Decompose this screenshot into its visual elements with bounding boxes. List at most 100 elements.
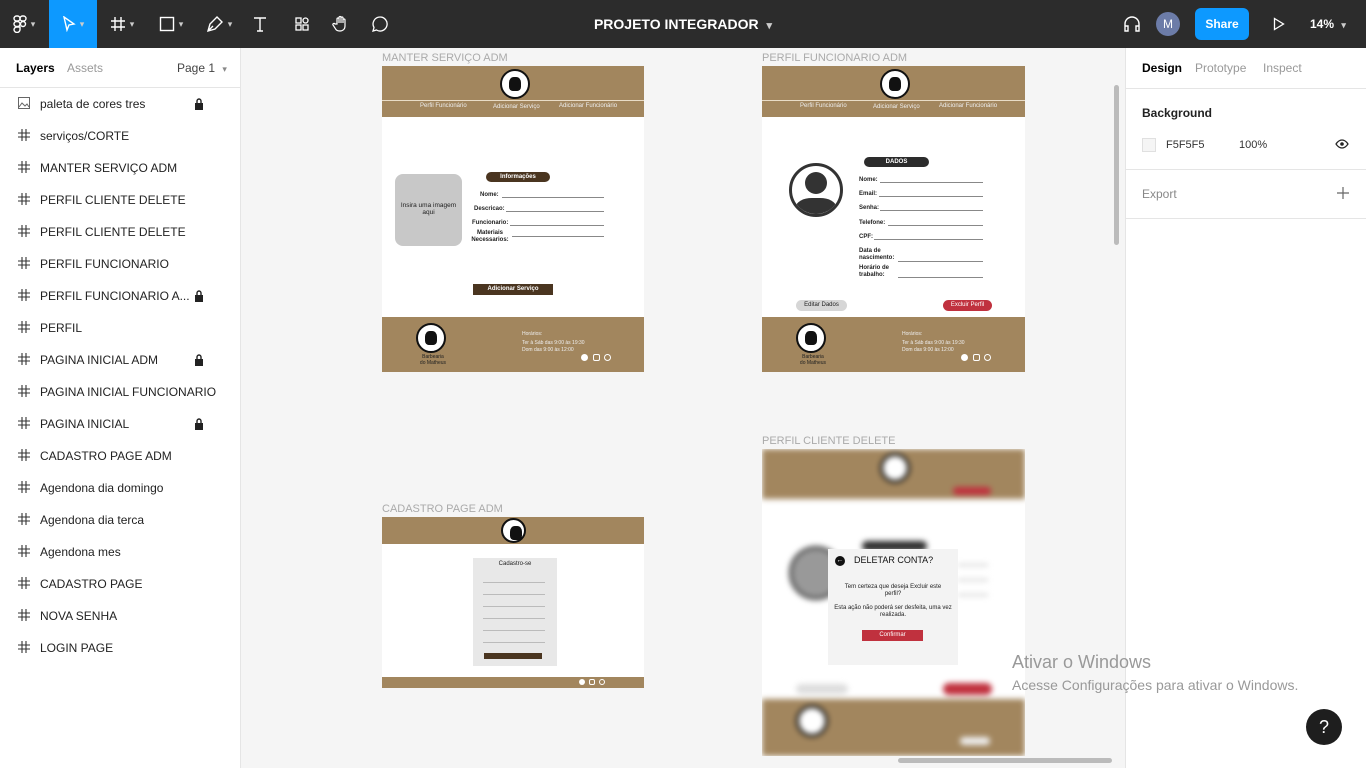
layers-panel-tabs: Layers Assets Page 1 ▾ (0, 48, 240, 88)
background-color-swatch[interactable] (1142, 138, 1156, 152)
document-title[interactable]: PROJETO INTEGRADOR ▾ (594, 16, 772, 32)
layer-item[interactable]: PERFIL FUNCIONARIO A... (0, 280, 240, 312)
layers-panel: Layers Assets Page 1 ▾ paleta de cores t… (0, 48, 241, 768)
layer-item[interactable]: Agendona mes (0, 536, 240, 568)
edit-data-button: Editar Dados (796, 300, 847, 311)
layer-item[interactable]: PAGINA INICIAL ADM (0, 344, 240, 376)
hand-tool-button[interactable] (327, 0, 355, 48)
user-avatar[interactable]: M (1156, 12, 1180, 36)
tab-assets[interactable]: Assets (67, 61, 103, 75)
cursor-icon (62, 16, 76, 32)
lock-icon[interactable] (194, 290, 204, 302)
layer-item[interactable]: LOGIN PAGE (0, 632, 240, 664)
vertical-scrollbar[interactable] (1114, 85, 1119, 245)
frame-perfil-funcionario-adm[interactable]: Perfil Funcionário Adicionar Serviço Adi… (762, 66, 1025, 372)
layer-item[interactable]: CADASTRO PAGE ADM (0, 440, 240, 472)
frame-manter-servico-adm[interactable]: Perfil Funcionário Adicionar Serviço Adi… (382, 66, 644, 372)
field-line (898, 261, 983, 262)
field-line (483, 594, 545, 595)
frame-perfil-cliente-delete[interactable]: ← DELETAR CONTA? Tem certeza que deseja … (762, 449, 1025, 756)
field-label: Descricao: (474, 206, 505, 212)
layer-name: PERFIL FUNCIONARIO A... (40, 289, 190, 303)
plus-icon[interactable] (1337, 187, 1349, 199)
lock-icon[interactable] (194, 418, 204, 430)
lock-icon[interactable] (194, 98, 204, 110)
field-label: Senha: (859, 205, 880, 211)
frame-icon (17, 256, 31, 272)
headphones-icon (1124, 16, 1140, 32)
main-menu-button[interactable]: ▾ (0, 0, 48, 48)
field-label: Telefone: (859, 220, 886, 226)
page-selector-label: Page 1 (177, 61, 216, 75)
horizontal-scrollbar[interactable] (898, 758, 1112, 763)
chevron-down-icon: ▾ (227, 18, 233, 29)
layer-item[interactable]: Agendona dia domingo (0, 472, 240, 504)
layer-name: PERFIL FUNCIONARIO (40, 257, 169, 271)
frame-label[interactable]: MANTER SERVIÇO ADM (382, 52, 508, 64)
components-icon (295, 17, 309, 31)
facebook-icon (581, 354, 588, 361)
layer-name: paleta de cores tres (40, 97, 146, 111)
image-icon (17, 96, 31, 112)
audio-button[interactable] (1120, 0, 1144, 48)
play-icon (1273, 17, 1285, 31)
layer-name: LOGIN PAGE (40, 641, 114, 655)
comment-tool-button[interactable] (366, 0, 394, 48)
frame-cadastro-page-adm[interactable]: Cadastro-se (382, 517, 644, 688)
layer-item[interactable]: paleta de cores tres (0, 88, 240, 120)
layer-item[interactable]: serviços/CORTE (0, 120, 240, 152)
move-tool-button[interactable]: ▾ (49, 0, 97, 48)
frame-label[interactable]: PERFIL FUNCIONARIO ADM (762, 52, 907, 64)
share-button[interactable]: Share (1195, 8, 1249, 40)
frame-label[interactable]: PERFIL CLIENTE DELETE (762, 435, 895, 447)
page-selector[interactable]: Page 1 ▾ (177, 61, 227, 75)
resources-tool-button[interactable] (288, 0, 316, 48)
eye-icon[interactable] (1335, 139, 1349, 149)
layer-item[interactable]: PAGINA INICIAL (0, 408, 240, 440)
present-button[interactable] (1268, 0, 1290, 48)
field-line (879, 196, 983, 197)
layer-item[interactable]: CADASTRO PAGE (0, 568, 240, 600)
tab-inspect[interactable]: Inspect (1263, 61, 1302, 75)
export-section-title: Export (1142, 187, 1177, 201)
field-line (874, 239, 983, 240)
tab-design[interactable]: Design (1142, 61, 1182, 75)
layer-item[interactable]: PERFIL CLIENTE DELETE (0, 216, 240, 248)
layer-item[interactable]: MANTER SERVIÇO ADM (0, 152, 240, 184)
frame-tool-button[interactable]: ▾ (101, 0, 143, 48)
barbershop-logo (501, 518, 526, 543)
zoom-menu[interactable]: 14% ▾ (1310, 0, 1346, 48)
text-tool-button[interactable] (246, 0, 274, 48)
layer-item[interactable]: PERFIL FUNCIONARIO (0, 248, 240, 280)
shape-tool-button[interactable]: ▾ (150, 0, 192, 48)
chevron-down-icon: ▾ (129, 18, 135, 29)
pen-tool-button[interactable]: ▾ (198, 0, 240, 48)
layer-item[interactable]: Agendona dia terca (0, 504, 240, 536)
footer-hours-title: Horários: (522, 331, 543, 337)
field-label: CPF: (859, 234, 873, 240)
help-button[interactable]: ? (1306, 709, 1342, 745)
zoom-level: 14% (1310, 17, 1335, 31)
windows-activation-subtitle: Acesse Configurações para ativar o Windo… (1012, 677, 1299, 693)
field-label: Materiais Necessarios: (471, 230, 509, 243)
frame-icon (17, 160, 31, 176)
frame-icon (17, 512, 31, 528)
chevron-down-icon: ▾ (30, 18, 36, 29)
layer-item[interactable]: PERFIL (0, 312, 240, 344)
layer-name: MANTER SERVIÇO ADM (40, 161, 178, 175)
layer-item[interactable]: PAGINA INICIAL FUNCIONARIO (0, 376, 240, 408)
tab-layers[interactable]: Layers (16, 61, 55, 75)
hand-icon (332, 15, 346, 32)
frame-icon (17, 480, 31, 496)
section-title-pill: DADOS (864, 157, 929, 167)
delete-account-dialog: ← DELETAR CONTA? Tem certeza que deseja … (828, 549, 958, 665)
background-opacity-input[interactable]: 100% (1239, 139, 1267, 151)
frame-label[interactable]: CADASTRO PAGE ADM (382, 503, 503, 515)
tab-prototype[interactable]: Prototype (1195, 61, 1246, 75)
background-hex-input[interactable]: F5F5F5 (1166, 139, 1205, 151)
frame-icon (17, 128, 31, 144)
layer-item[interactable]: PERFIL CLIENTE DELETE (0, 184, 240, 216)
lock-icon[interactable] (194, 354, 204, 366)
layer-name: Agendona dia terca (40, 513, 145, 527)
layer-item[interactable]: NOVA SENHA (0, 600, 240, 632)
